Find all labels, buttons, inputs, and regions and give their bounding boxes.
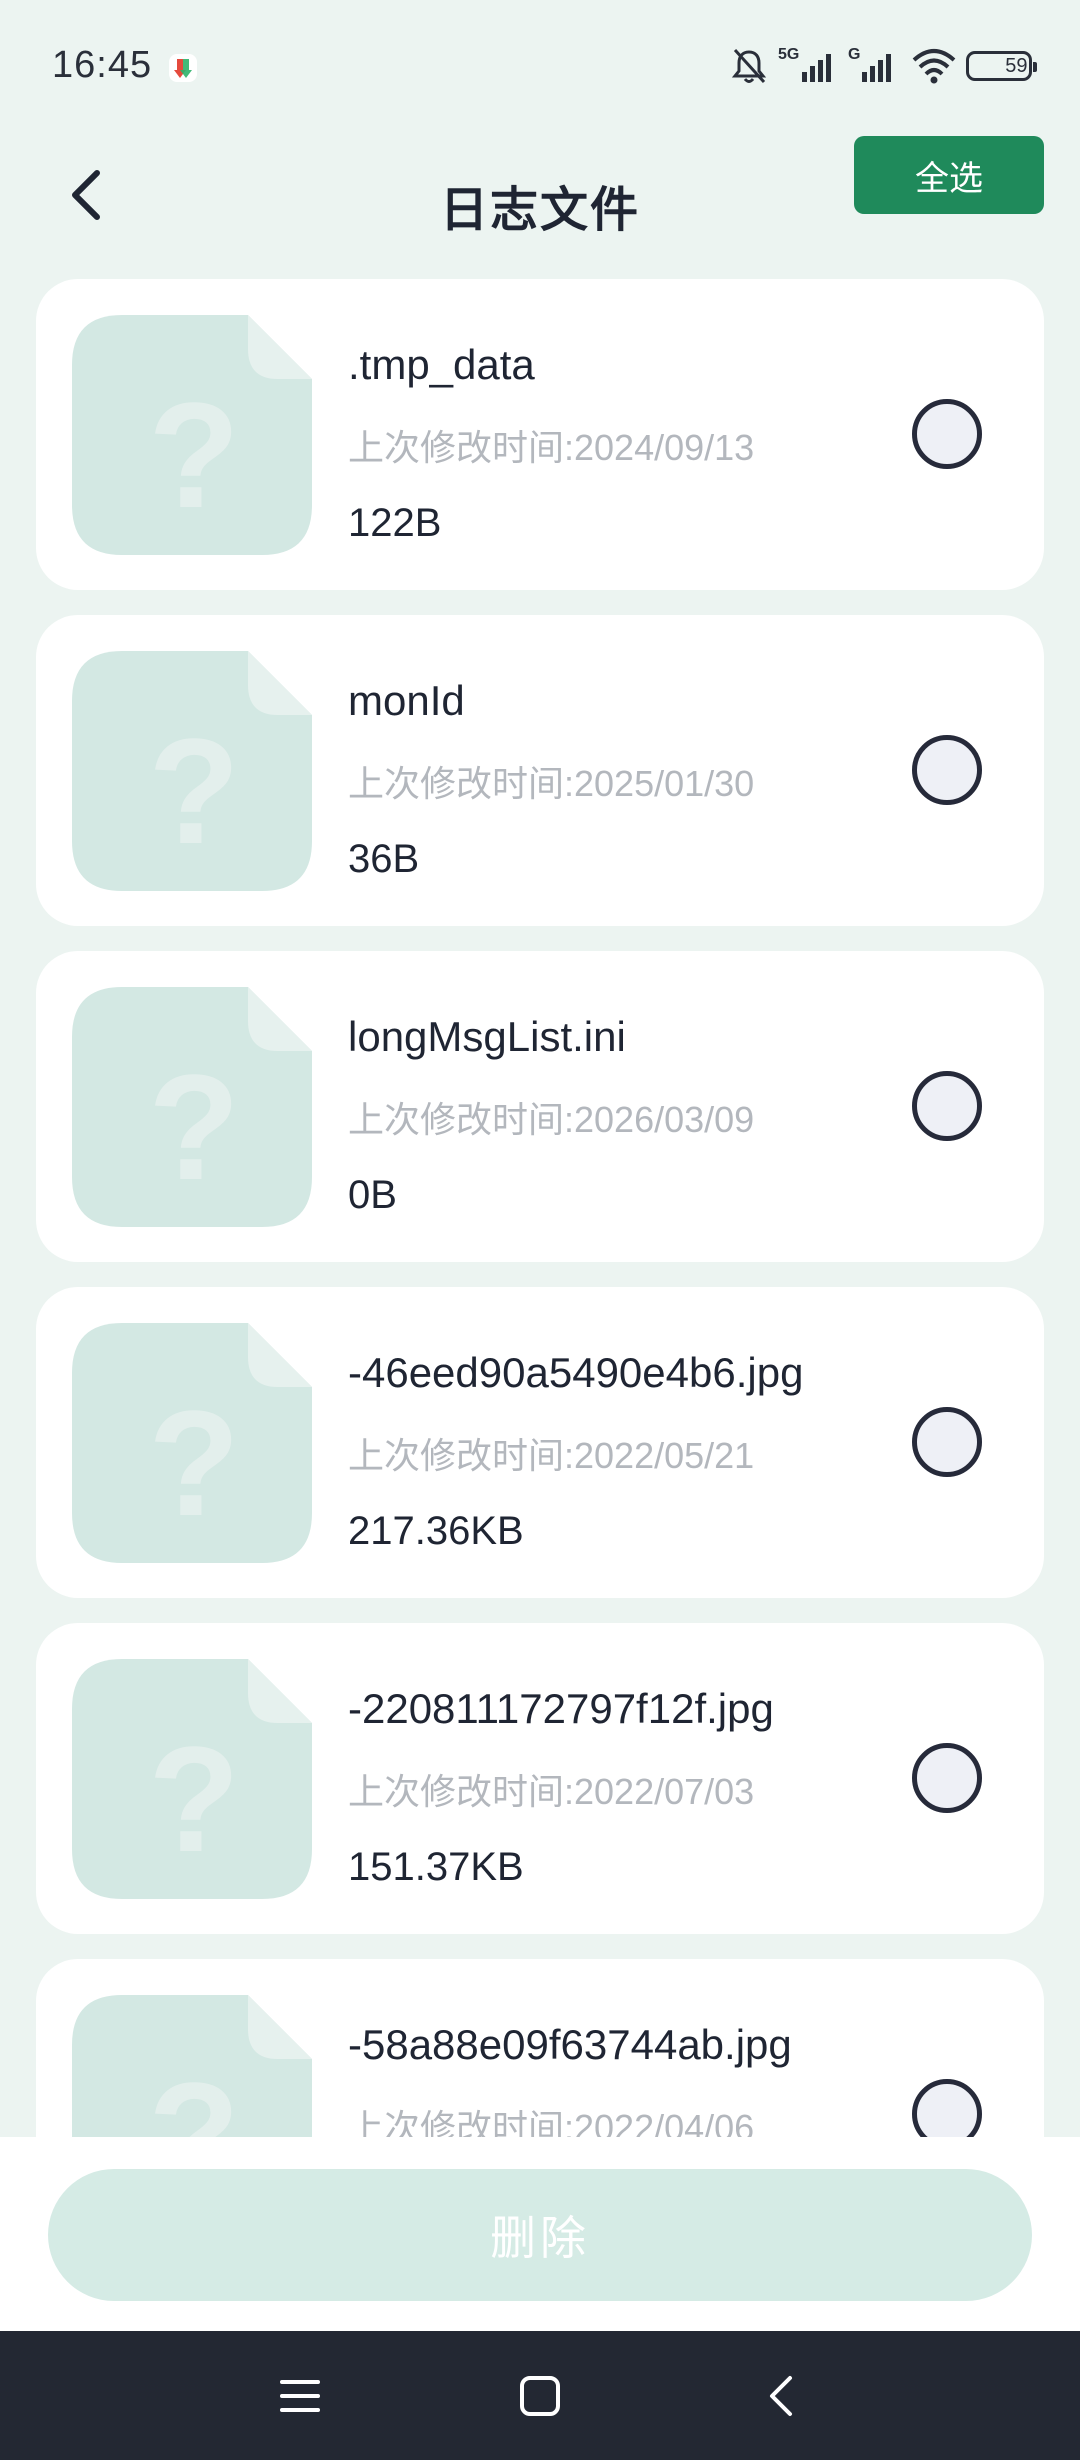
svg-text:?: ? xyxy=(148,1715,240,1883)
bottom-action-bar: 删除 xyxy=(0,2137,1080,2331)
file-name: .tmp_data xyxy=(348,341,535,388)
file-modified-date: 上次修改时间:2022/07/03 xyxy=(348,1771,755,1812)
svg-text:?: ? xyxy=(148,2051,240,2137)
file-modified-date: 上次修改时间:2022/04/06 xyxy=(348,2107,755,2137)
file-modified-date: 上次修改时间:2026/03/09 xyxy=(348,1099,755,1140)
bell-muted-icon xyxy=(730,46,768,86)
battery-icon: 59 xyxy=(966,51,1037,81)
wifi-icon xyxy=(912,48,956,84)
unknown-file-icon: ? xyxy=(72,987,312,1227)
file-card[interactable]: ? monId 上次修改时间:2025/01/30 36B xyxy=(36,615,1044,926)
home-square-icon xyxy=(520,2376,560,2416)
file-size: 0B xyxy=(348,1173,397,1217)
app-header: 日志文件 全选 xyxy=(0,130,1080,280)
file-name: -58a88e09f63744ab.jpg xyxy=(348,2021,792,2068)
signal-5g-icon: 5G xyxy=(778,46,838,86)
status-time: 16:45 xyxy=(52,44,153,86)
delete-button[interactable]: 删除 xyxy=(48,2169,1032,2301)
nav-back-button[interactable] xyxy=(745,2361,815,2431)
status-icons: 5G G 59 xyxy=(730,44,1037,88)
unknown-file-icon: ? xyxy=(72,1995,312,2137)
file-modified-date: 上次修改时间:2022/05/21 xyxy=(348,1435,755,1476)
signal-g-icon: G xyxy=(848,46,902,86)
select-radio[interactable] xyxy=(912,399,982,469)
select-all-button[interactable]: 全选 xyxy=(854,136,1044,214)
file-name: monId xyxy=(348,677,465,724)
home-button[interactable] xyxy=(505,2361,575,2431)
unknown-file-icon: ? xyxy=(72,1323,312,1563)
select-radio[interactable] xyxy=(912,1743,982,1813)
svg-text:?: ? xyxy=(148,371,240,539)
file-card[interactable]: ? -220811172797f12f.jpg 上次修改时间:2022/07/03 1… xyxy=(36,1623,1044,1934)
file-card[interactable]: ? -46eed90a5490e4b6.jpg 上次修改时间:2022/05/21 2… xyxy=(36,1287,1044,1598)
app-notification-icon xyxy=(165,50,201,86)
select-radio[interactable] xyxy=(912,735,982,805)
select-radio[interactable] xyxy=(912,1071,982,1141)
select-radio[interactable] xyxy=(912,1407,982,1477)
file-modified-date: 上次修改时间:2024/09/13 xyxy=(348,427,755,468)
file-card[interactable]: ? -58a88e09f63744ab.jpg 上次修改时间:2022/04/06 xyxy=(36,1959,1044,2137)
svg-text:?: ? xyxy=(148,707,240,875)
file-name: -46eed90a5490e4b6.jpg xyxy=(348,1349,804,1396)
file-size: 36B xyxy=(348,837,420,881)
nav-back-chevron-icon xyxy=(770,2376,792,2416)
file-size: 122B xyxy=(348,501,442,545)
menu-icon xyxy=(280,2380,320,2412)
file-modified-date: 上次修改时间:2025/01/30 xyxy=(348,763,755,804)
unknown-file-icon: ? xyxy=(72,315,312,555)
file-size: 151.37KB xyxy=(348,1845,524,1889)
battery-level: 59 xyxy=(1005,54,1028,77)
svg-text:?: ? xyxy=(148,1379,240,1547)
select-radio[interactable] xyxy=(912,2079,982,2137)
file-name: -220811172797f12f.jpg xyxy=(348,1685,774,1732)
file-name: longMsgList.ini xyxy=(348,1013,626,1060)
menu-button[interactable] xyxy=(265,2361,335,2431)
status-bar: 16:45 5G G 59 xyxy=(0,0,1080,130)
file-card[interactable]: ? longMsgList.ini 上次修改时间:2026/03/09 0B xyxy=(36,951,1044,1262)
system-nav-bar xyxy=(0,2331,1080,2460)
file-list[interactable]: ? .tmp_data 上次修改时间:2024/09/13 122B? monId 上次修… xyxy=(36,279,1044,2137)
unknown-file-icon: ? xyxy=(72,651,312,891)
file-size: 217.36KB xyxy=(348,1509,524,1553)
unknown-file-icon: ? xyxy=(72,1659,312,1899)
svg-text:?: ? xyxy=(148,1043,240,1211)
file-card[interactable]: ? .tmp_data 上次修改时间:2024/09/13 122B xyxy=(36,279,1044,590)
